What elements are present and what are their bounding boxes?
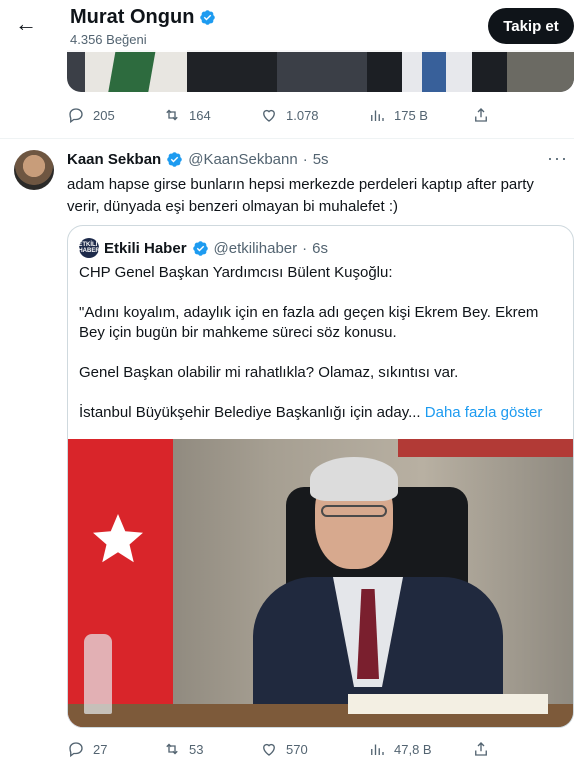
views-button[interactable]: 47,8 B: [368, 740, 432, 758]
show-more-link[interactable]: Daha fazla göster: [425, 404, 543, 421]
quoted-text: CHP Genel Başkan Yardımcısı Bülent Kuşoğ…: [79, 263, 567, 443]
quoted-author: ETKİLİ HABER Etkili Haber @etkilihaber ·…: [78, 238, 328, 258]
arrow-left-icon[interactable]: ←: [12, 10, 40, 38]
reply-icon: [69, 742, 83, 758]
like-count: 570: [286, 741, 308, 757]
tweet-actions: 27 53 570 47,8 B: [67, 737, 507, 761]
share-button[interactable]: [472, 106, 490, 124]
quoted-paragraph-last: İstanbul Büyükşehir Belediye Başkanlığı …: [79, 403, 567, 423]
divider: [0, 138, 574, 139]
quoted-author-name: Etkili Haber: [104, 239, 187, 257]
author-name[interactable]: Kaan Sekban: [67, 151, 161, 168]
verified-badge-icon: [167, 152, 182, 167]
views-chart-icon: [371, 110, 384, 121]
star-icon: [93, 514, 143, 563]
like-button[interactable]: 570: [260, 740, 308, 758]
tweet-actions: 205 164 1.078 175 B: [67, 103, 507, 127]
reply-icon: [69, 108, 83, 124]
author-handle[interactable]: @KaanSekbann: [188, 151, 297, 168]
quoted-photo[interactable]: [68, 439, 573, 727]
views-count: 175 B: [394, 107, 428, 123]
verified-badge-icon: [192, 240, 208, 256]
like-count: 1.078: [286, 107, 319, 123]
quoted-paragraph: "Adını koyalım, adaylık için en fazla ad…: [79, 304, 539, 341]
quoted-author-handle: @etkilihaber: [213, 239, 298, 257]
quoted-truncated-line: İstanbul Büyükşehir Belediye Başkanlığı …: [79, 404, 421, 421]
quoted-paragraph: CHP Genel Başkan Yardımcısı Bülent Kuşoğ…: [79, 264, 393, 281]
share-button[interactable]: [472, 740, 490, 758]
avatar[interactable]: [14, 150, 54, 190]
quoted-tweet[interactable]: ETKİLİ HABER Etkili Haber @etkilihaber ·…: [67, 225, 574, 728]
share-icon: [475, 742, 487, 756]
retweet-icon: [166, 743, 178, 755]
profile-likes-count: 4.356 Beğeni: [70, 32, 147, 47]
heart-icon: [263, 109, 275, 122]
tweet-text: adam hapse girse bunların hepsi merkezde…: [67, 176, 534, 215]
heart-icon: [263, 743, 275, 756]
tweet-author: Kaan Sekban @KaanSekbann · 5s: [67, 151, 329, 168]
quoted-paragraph: Genel Başkan olabilir mi rahatlıkla? Ola…: [79, 364, 459, 381]
views-count: 47,8 B: [394, 741, 432, 757]
quoted-time: 6s: [312, 239, 328, 257]
follow-button[interactable]: Takip et: [488, 8, 574, 44]
retweet-button[interactable]: 164: [163, 106, 211, 124]
reply-button[interactable]: 205: [67, 106, 115, 124]
retweet-count: 53: [189, 741, 204, 757]
retweet-button[interactable]: 53: [163, 740, 203, 758]
reply-count: 205: [93, 107, 115, 123]
views-chart-icon: [371, 744, 384, 755]
views-button[interactable]: 175 B: [368, 106, 428, 124]
share-icon: [475, 108, 487, 122]
profile-header: ← Murat Ongun 4.356 Beğeni Takip et: [0, 0, 574, 52]
profile-name: Murat Ongun: [70, 6, 216, 29]
separator-dot: ·: [302, 151, 308, 168]
reply-button[interactable]: 27: [67, 740, 107, 758]
tweet-time[interactable]: 5s: [313, 151, 329, 168]
verified-badge-icon: [200, 10, 216, 25]
separator-dot: ·: [302, 239, 308, 257]
quoted-avatar: ETKİLİ HABER: [78, 238, 100, 258]
retweet-icon: [166, 109, 178, 121]
more-options-icon[interactable]: ···: [547, 148, 568, 169]
reply-count: 27: [93, 741, 108, 757]
profile-name-text: Murat Ongun: [70, 6, 195, 28]
like-button[interactable]: 1.078: [260, 106, 319, 124]
tweet-image[interactable]: [67, 50, 574, 92]
retweet-count: 164: [189, 107, 211, 123]
